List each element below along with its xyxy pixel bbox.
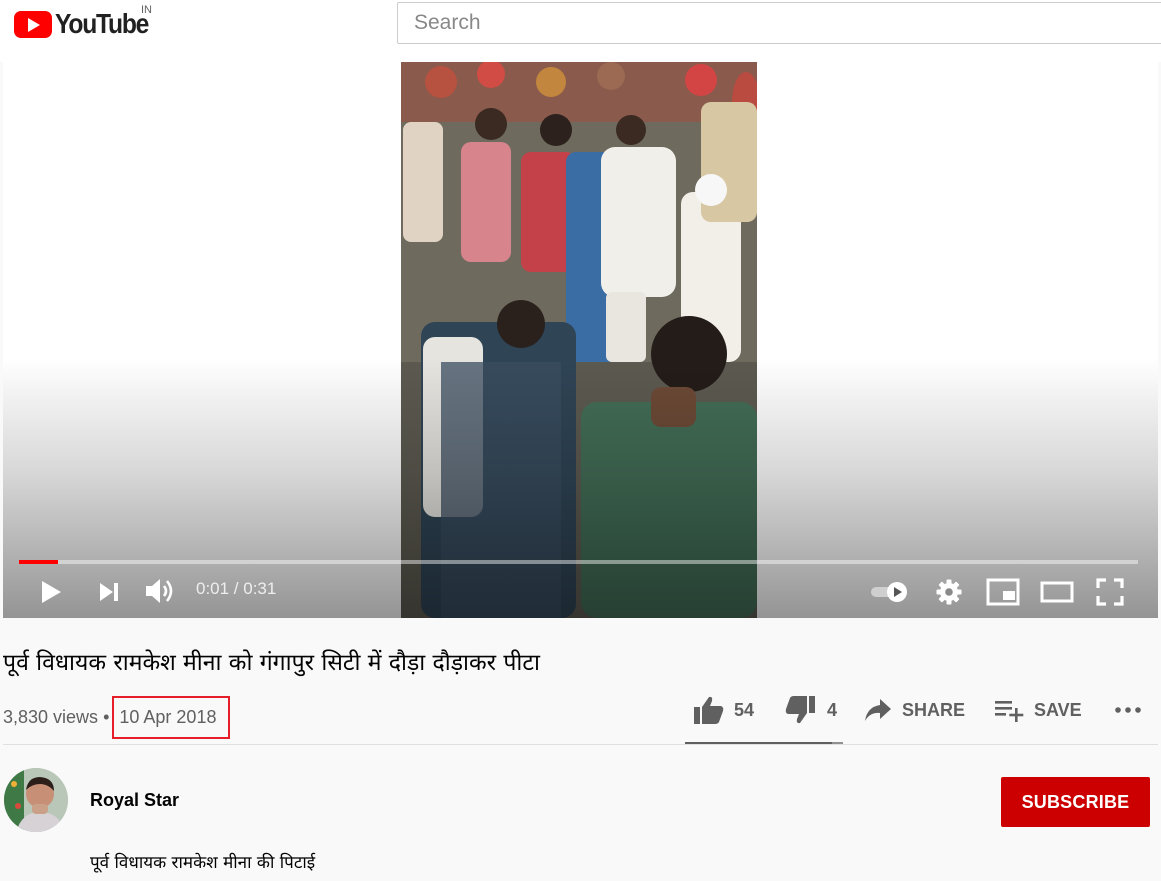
progress-played bbox=[19, 560, 59, 564]
time-display: 0:01 / 0:31 bbox=[196, 579, 277, 598]
upload-date: 10 Apr 2018 bbox=[112, 696, 231, 739]
miniplayer-icon bbox=[986, 578, 1020, 606]
dislike-count: 4 bbox=[827, 699, 838, 720]
top-bar: YouTube IN bbox=[0, 0, 1161, 62]
more-actions-button[interactable] bbox=[1114, 692, 1142, 728]
save-button[interactable]: SAVE bbox=[994, 692, 1082, 728]
search-box[interactable] bbox=[397, 2, 1161, 44]
miniplayer-button[interactable] bbox=[985, 576, 1021, 608]
search-input[interactable] bbox=[398, 3, 1161, 43]
play-button[interactable] bbox=[36, 577, 66, 607]
next-button[interactable] bbox=[96, 579, 122, 605]
youtube-logo[interactable]: YouTube bbox=[14, 8, 161, 40]
divider bbox=[3, 744, 1158, 745]
gear-icon bbox=[936, 579, 962, 605]
theater-icon bbox=[1040, 581, 1074, 603]
fullscreen-button[interactable] bbox=[1094, 576, 1126, 608]
video-player[interactable]: 0:01 / 0:31 bbox=[3, 62, 1158, 618]
more-horizontal-icon bbox=[1115, 707, 1141, 713]
fullscreen-icon bbox=[1096, 578, 1124, 606]
subscribe-button[interactable]: SUBSCRIBE bbox=[1001, 777, 1150, 827]
meta-separator: • bbox=[103, 707, 110, 727]
channel-name[interactable]: Royal Star bbox=[90, 790, 179, 811]
view-count: 3,830 views bbox=[3, 707, 99, 727]
thumbs-up-icon bbox=[694, 696, 724, 724]
autoplay-toggle-icon bbox=[871, 582, 907, 602]
settings-button[interactable] bbox=[933, 576, 965, 608]
progress-bar[interactable] bbox=[19, 560, 1138, 564]
like-button[interactable]: 54 bbox=[693, 692, 754, 728]
country-code: IN bbox=[141, 4, 152, 16]
like-count: 54 bbox=[734, 699, 755, 720]
volume-icon bbox=[146, 579, 173, 603]
share-icon bbox=[865, 699, 891, 721]
dislike-button[interactable]: 4 bbox=[784, 692, 837, 728]
video-title: पूर्व विधायक रामकेश मीना को गंगापुर सिटी… bbox=[3, 650, 540, 676]
logo-text: YouTube bbox=[55, 8, 149, 39]
save-label: SAVE bbox=[1034, 699, 1082, 720]
theater-mode-button[interactable] bbox=[1039, 576, 1075, 608]
thumbs-down-icon bbox=[785, 696, 815, 724]
channel-avatar[interactable] bbox=[4, 768, 68, 832]
play-icon bbox=[42, 581, 61, 603]
share-label: SHARE bbox=[902, 699, 966, 720]
share-button[interactable]: SHARE bbox=[864, 692, 965, 728]
video-description: पूर्व विधायक रामकेश मीना की पिटाई bbox=[90, 853, 316, 873]
avatar-image bbox=[4, 768, 68, 832]
playlist-add-icon bbox=[995, 701, 1024, 722]
autoplay-toggle[interactable] bbox=[869, 580, 911, 604]
volume-button[interactable] bbox=[144, 575, 176, 607]
next-icon bbox=[100, 583, 118, 601]
youtube-play-icon bbox=[14, 10, 52, 38]
video-meta: 3,830 views • 10 Apr 2018 bbox=[3, 696, 231, 739]
